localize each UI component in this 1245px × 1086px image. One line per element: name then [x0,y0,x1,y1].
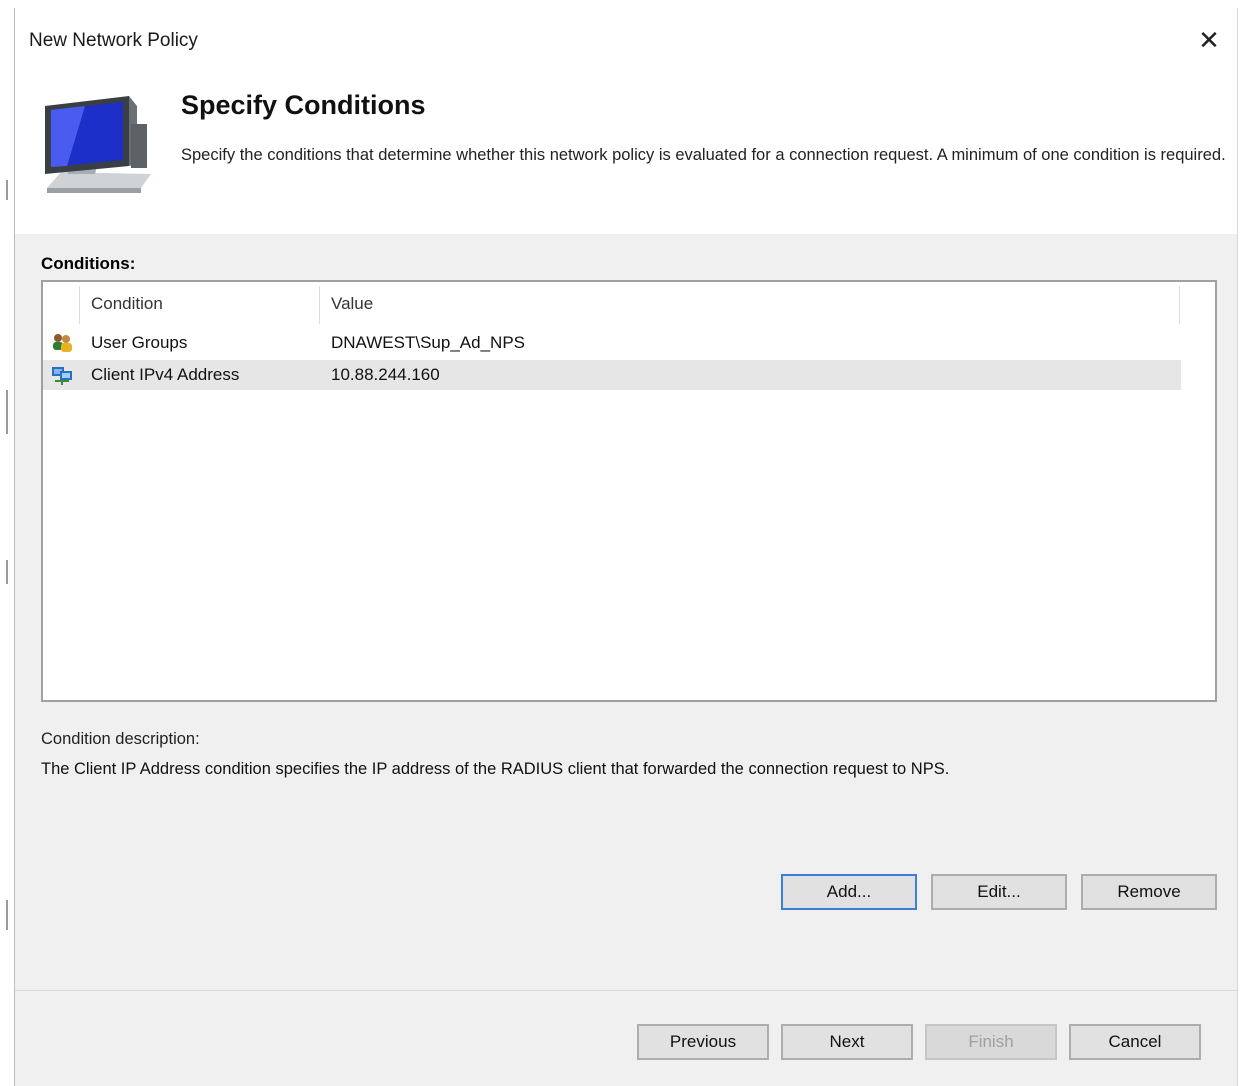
previous-button[interactable]: Previous [637,1024,769,1060]
user-groups-icon [53,334,72,352]
add-button[interactable]: Add... [781,874,917,910]
finish-button[interactable]: Finish [925,1024,1057,1060]
condition-name: Client IPv4 Address [91,365,240,384]
condition-name: User Groups [91,333,188,352]
background-window-edge [0,0,14,1086]
column-separator [1179,286,1180,324]
close-icon: ✕ [1198,24,1220,55]
remove-button[interactable]: Remove [1081,874,1217,910]
condition-row-user-groups[interactable]: User Groups DNAWEST\Sup_Ad_NPS [43,328,1181,358]
edge-mark [6,180,8,200]
condition-description-label: Condition description: [41,730,200,748]
column-header-condition[interactable]: Condition [91,282,163,326]
page-description: Specify the conditions that determine wh… [181,146,1226,164]
column-separator [319,286,320,324]
cancel-button[interactable]: Cancel [1069,1024,1201,1060]
edge-mark [6,390,8,434]
condition-description-text: The Client IP Address condition specifie… [41,760,950,778]
background-window-edge-right [1239,0,1245,1086]
conditions-list[interactable]: Condition Value User Groups DNAWEST\Sup_… [41,280,1217,702]
edit-button[interactable]: Edit... [931,874,1067,910]
footer-separator [15,990,1237,991]
condition-value: 10.88.244.160 [331,365,440,384]
wizard-header: New Network Policy ✕ Specify Conditions … [15,8,1237,234]
condition-row-client-ipv4-address[interactable]: Client IPv4 Address 10.88.244.160 [43,360,1181,390]
edge-mark [6,900,8,930]
network-computer-icon [52,367,72,385]
condition-value: DNAWEST\Sup_Ad_NPS [331,333,525,352]
close-button[interactable]: ✕ [1191,22,1227,58]
conditions-label: Conditions: [41,254,136,273]
edge-mark [6,560,8,584]
page-heading: Specify Conditions [181,90,426,120]
next-button[interactable]: Next [781,1024,913,1060]
window-title: New Network Policy [29,30,198,51]
new-network-policy-dialog: New Network Policy ✕ Specify Conditions … [14,8,1238,1086]
column-header-value[interactable]: Value [331,282,373,326]
column-separator [79,286,80,324]
network-policy-wizard-icon [45,96,151,193]
